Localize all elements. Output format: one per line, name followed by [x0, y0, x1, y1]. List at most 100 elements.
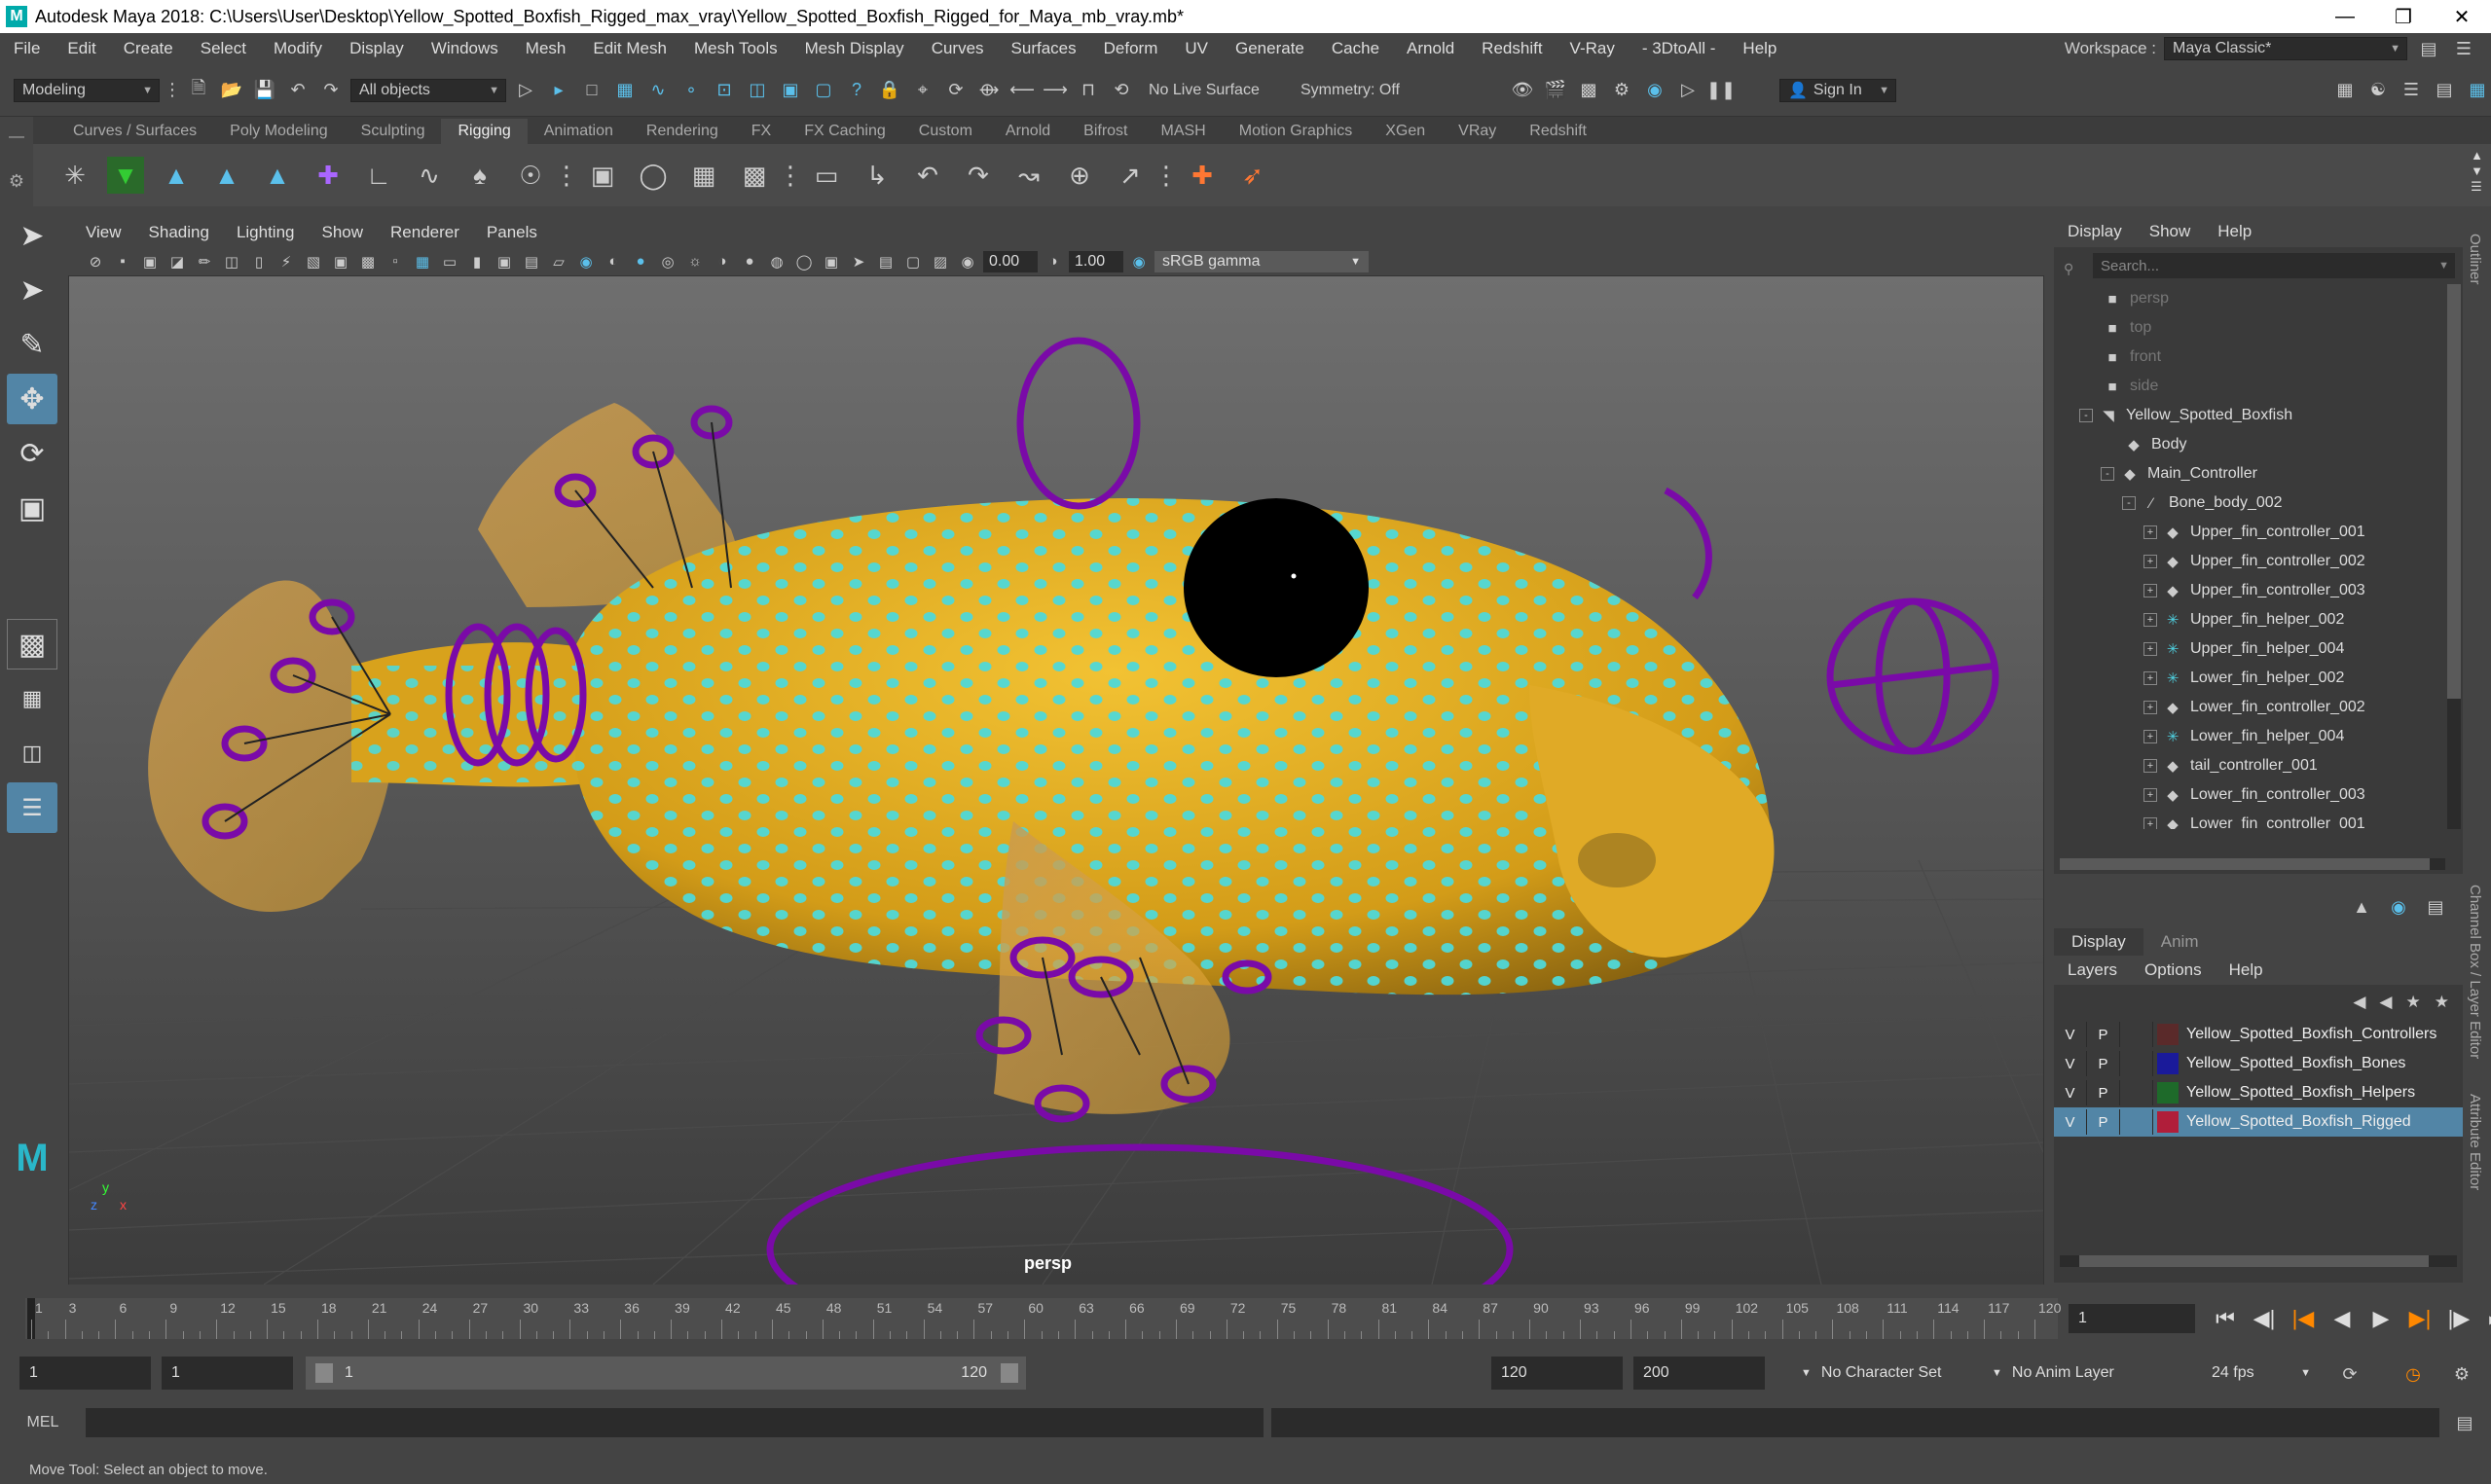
- frame-icon[interactable]: ▤: [520, 250, 543, 273]
- bind-skin-icon[interactable]: ▣: [584, 157, 621, 194]
- ik-handle-icon[interactable]: ∟: [360, 157, 397, 194]
- pivot-tool-icon[interactable]: ➶: [1234, 157, 1271, 194]
- expand-icon[interactable]: +: [2143, 701, 2157, 714]
- expand-icon[interactable]: +: [2143, 525, 2157, 539]
- tool-settings-icon[interactable]: ▤: [2431, 77, 2458, 104]
- animation-end-field[interactable]: 200: [1633, 1357, 1765, 1390]
- layer-display-type-toggle[interactable]: [2120, 1109, 2153, 1135]
- layer-display-type-toggle[interactable]: [2120, 1051, 2153, 1076]
- outliner-item[interactable]: + ◆ Upper_fin_controller_003: [2054, 576, 2463, 605]
- channel-box-settings-icon[interactable]: ◉: [2385, 893, 2412, 921]
- vp-menu-lighting[interactable]: Lighting: [223, 223, 309, 242]
- input-ops-icon[interactable]: ⟴: [975, 77, 1003, 104]
- channel-box-layer-icon[interactable]: ▤: [2422, 893, 2449, 921]
- tab-rendering[interactable]: Rendering: [630, 119, 735, 144]
- vp-menu-shading[interactable]: Shading: [135, 223, 223, 242]
- outliner-menu-show[interactable]: Show: [2136, 222, 2205, 241]
- grid-icon[interactable]: ▦: [411, 250, 434, 273]
- select-component-icon[interactable]: □: [578, 77, 605, 104]
- sign-in-button[interactable]: 👤 Sign In ▼: [1779, 78, 1896, 102]
- layer-visibility-toggle[interactable]: V: [2054, 1051, 2087, 1076]
- snap-view-icon[interactable]: ⊡: [711, 77, 738, 104]
- time-ruler[interactable]: 1 3 6 9 12 15 18 21 24 27 30 33 36 39 42 45 48 51 54 57 60 63…: [25, 1298, 2061, 1339]
- layer-color-swatch[interactable]: [2157, 1024, 2179, 1045]
- step-forward-icon[interactable]: |▶: [2443, 1303, 2474, 1334]
- attribute-editor-icon[interactable]: ☰: [2398, 77, 2425, 104]
- render-frame-icon[interactable]: 🎬: [1542, 77, 1569, 104]
- expand-icon[interactable]: +: [2143, 613, 2157, 627]
- grease-pencil-icon[interactable]: ✏: [193, 250, 216, 273]
- constraint-geometry-icon[interactable]: ↗: [1112, 157, 1149, 194]
- outliner-item[interactable]: - ∕ Bone_body_002: [2054, 489, 2463, 518]
- skeleton-icon[interactable]: ♠: [461, 157, 498, 194]
- isolate-icon[interactable]: ▣: [493, 250, 516, 273]
- constraint-orient-icon[interactable]: ↶: [909, 157, 946, 194]
- script-editor-icon[interactable]: ▤: [2451, 1409, 2478, 1436]
- outliner-menu-display[interactable]: Display: [2054, 222, 2136, 241]
- view-transform-dropdown[interactable]: sRGB gamma ▼: [1154, 250, 1369, 272]
- lock-camera-icon[interactable]: ⚡: [275, 250, 298, 273]
- redo-icon[interactable]: ↷: [317, 77, 345, 104]
- ik-spline-icon[interactable]: ∿: [411, 157, 448, 194]
- tab-animation[interactable]: Animation: [528, 119, 630, 144]
- shelf-menu-icon[interactable]: —: [0, 128, 33, 146]
- tab-anim-layers[interactable]: Anim: [2143, 928, 2216, 956]
- render-view-icon[interactable]: 👁: [1509, 77, 1536, 104]
- camera-attributes-icon[interactable]: ⊘: [84, 250, 107, 273]
- wireframe-icon[interactable]: ▧: [302, 250, 325, 273]
- vp-menu-view[interactable]: View: [72, 223, 135, 242]
- vp-menu-renderer[interactable]: Renderer: [377, 223, 473, 242]
- image-plane-icon[interactable]: ▣: [138, 250, 162, 273]
- layer-menu-layers[interactable]: Layers: [2054, 960, 2131, 980]
- expand-icon[interactable]: +: [2143, 730, 2157, 743]
- tab-motion-graphics[interactable]: Motion Graphics: [1223, 119, 1370, 144]
- outliner-item[interactable]: - ◆ Main_Controller: [2054, 459, 2463, 489]
- layer-visibility-toggle[interactable]: V: [2054, 1109, 2087, 1135]
- current-frame-field[interactable]: 1: [2069, 1304, 2195, 1333]
- create-joints-icon[interactable]: ✚: [310, 157, 347, 194]
- tab-mash[interactable]: MASH: [1145, 119, 1223, 144]
- collapse-icon[interactable]: -: [2079, 409, 2093, 422]
- snap-help-icon[interactable]: ?: [843, 77, 870, 104]
- outliner-hscrollbar[interactable]: [2060, 858, 2445, 870]
- paint-select-icon[interactable]: ✎: [7, 319, 57, 370]
- tab-display-layers[interactable]: Display: [2054, 928, 2143, 956]
- save-scene-icon[interactable]: 💾: [251, 77, 278, 104]
- surface-ops-icon[interactable]: ⊓: [1075, 77, 1102, 104]
- menu-vray[interactable]: V-Ray: [1557, 39, 1629, 58]
- menu-windows[interactable]: Windows: [418, 39, 512, 58]
- tab-arnold[interactable]: Arnold: [989, 119, 1067, 144]
- character-set-dropdown[interactable]: ▼ No Character Set: [1791, 1357, 1966, 1390]
- snap-point-icon[interactable]: ∘: [678, 77, 705, 104]
- workspace-icon-2[interactable]: ☰: [2450, 35, 2477, 62]
- layer-visibility-toggle[interactable]: V: [2054, 1022, 2087, 1047]
- collapse-icon[interactable]: -: [2101, 467, 2114, 481]
- new-layer-icon[interactable]: ★: [2406, 993, 2421, 1012]
- tab-custom[interactable]: Custom: [902, 119, 989, 144]
- constraint-scale-icon[interactable]: ↷: [960, 157, 997, 194]
- outliner-hscroll-thumb[interactable]: [2060, 858, 2431, 870]
- channel-box-icon[interactable]: ▲: [2348, 893, 2375, 921]
- skeleton-2-icon[interactable]: ☉: [512, 157, 549, 194]
- menu-mesh-display[interactable]: Mesh Display: [791, 39, 918, 58]
- lasso-tool-icon[interactable]: ➤: [7, 265, 57, 315]
- outliner-item[interactable]: + ✳ Lower_fin_helper_004: [2054, 722, 2463, 751]
- gate-mask-icon[interactable]: ▮: [465, 250, 489, 273]
- outliner-item[interactable]: + ◆ Lower_fin_controller_001: [2054, 810, 2463, 829]
- menu-uv[interactable]: UV: [1171, 39, 1222, 58]
- outliner-menu-help[interactable]: Help: [2204, 222, 2265, 241]
- outliner-search-input[interactable]: Search... ▼: [2093, 253, 2455, 278]
- tab-sculpting[interactable]: Sculpting: [345, 119, 442, 144]
- select-tool-icon[interactable]: ➤: [7, 210, 57, 261]
- smooth-shade-icon[interactable]: ◉: [574, 250, 598, 273]
- field-chart-icon[interactable]: ▩: [356, 250, 380, 273]
- expand-icon[interactable]: +: [2143, 671, 2157, 685]
- locator-icon[interactable]: ✳: [56, 157, 93, 194]
- film-gate-icon[interactable]: ▭: [438, 250, 461, 273]
- tab-poly-modeling[interactable]: Poly Modeling: [213, 119, 345, 144]
- tab-xgen[interactable]: XGen: [1369, 119, 1442, 144]
- textured-icon[interactable]: ◐: [602, 250, 625, 273]
- exposure-icon[interactable]: ◉: [956, 250, 979, 273]
- expand-icon[interactable]: +: [2143, 555, 2157, 568]
- tab-fx[interactable]: FX: [735, 119, 788, 144]
